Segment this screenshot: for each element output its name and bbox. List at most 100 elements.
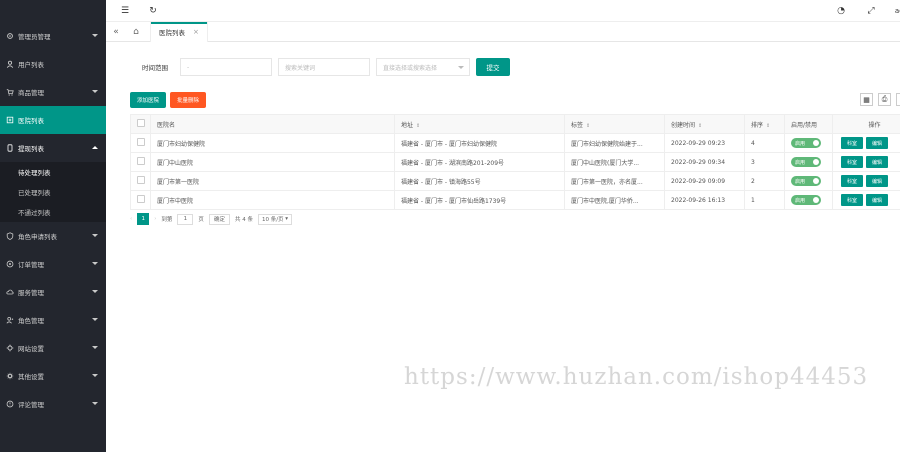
department-button[interactable]: 科室 (841, 194, 864, 206)
gear-icon (6, 32, 14, 40)
header-time[interactable]: 创建时间 ⇕ (664, 114, 745, 134)
add-hospital-button[interactable]: 添加医院 (130, 92, 166, 108)
columns-icon[interactable]: ▦ (860, 93, 873, 106)
comment-icon (6, 400, 14, 408)
hospital-icon (6, 116, 14, 124)
cell-name: 厦门市第一医院 (150, 171, 395, 191)
batch-delete-button[interactable]: 批量删除 (170, 92, 206, 108)
sidebar-item-label: 提现列表 (18, 145, 44, 153)
header-sort[interactable]: 排序 ⇕ (744, 114, 785, 134)
status-toggle[interactable]: 启用 (791, 195, 821, 205)
cell-time: 2022-09-29 09:23 (664, 133, 745, 153)
cell-actions: 科室 编辑 (832, 171, 900, 191)
goto-label: 到第 (161, 217, 173, 223)
header-label: 创建时间 (671, 121, 696, 129)
sidebar-item-withdrawal-list[interactable]: 提现列表 (0, 134, 106, 162)
cell-address: 福建省 - 厦门市 - 厦门市妇幼保健院 (394, 133, 565, 153)
select-placeholder: 直接选择或搜索选择 (383, 64, 438, 72)
sort-icon[interactable]: ⇕ (416, 123, 420, 129)
table-row: 厦门市中医院 福建省 - 厦门市 - 厦门市仙岳路1739号 厦门市中医院,厦门… (130, 190, 900, 210)
edit-button[interactable]: 编辑 (866, 175, 889, 187)
chevron-down-icon (92, 374, 98, 377)
sidebar-item-label: 商品管理 (18, 89, 44, 97)
page-number-current[interactable]: 1 (137, 213, 150, 225)
edit-button[interactable]: 编辑 (866, 156, 889, 168)
tab-hospital-list[interactable]: 医院列表 × (150, 22, 208, 42)
header-address[interactable]: 地址 ⇕ (394, 114, 565, 134)
cell-status: 启用 (784, 190, 833, 210)
cell-status: 启用 (784, 152, 833, 172)
header-label: 启用/禁用 (791, 121, 818, 129)
cart-icon (6, 88, 14, 96)
theme-icon[interactable]: ◔ (836, 6, 846, 16)
sidebar-item-product-management[interactable]: 商品管理 (0, 78, 106, 106)
cell-sort: 3 (744, 152, 785, 172)
chevron-down-icon (92, 262, 98, 265)
menu-toggle-icon[interactable]: ☰ (120, 6, 130, 16)
toggle-label: 启用 (795, 178, 806, 185)
sidebar-item-label: 其他设置 (18, 373, 44, 381)
refresh-icon[interactable]: ↻ (148, 6, 158, 16)
date-range-input[interactable]: - (180, 58, 272, 76)
sidebar-subitem-rejected[interactable]: 不通过列表 (0, 202, 106, 222)
export-icon[interactable]: ⊙ (896, 93, 900, 106)
sort-icon[interactable]: ⇕ (766, 123, 770, 129)
chevron-down-icon (92, 90, 98, 93)
select-all-checkbox[interactable] (137, 119, 145, 127)
sidebar-item-label: 用户列表 (18, 61, 44, 69)
sidebar-item-comment-management[interactable]: 评论管理 (0, 390, 106, 418)
sort-icon[interactable]: ⇕ (586, 123, 590, 129)
sidebar-subitem-processed[interactable]: 已处理列表 (0, 182, 106, 202)
sidebar-item-label: 医院列表 (18, 117, 44, 125)
close-icon[interactable]: × (193, 28, 199, 36)
goto-confirm-button[interactable]: 确定 (208, 213, 230, 225)
submit-button[interactable]: 提交 (476, 58, 510, 76)
select-dropdown[interactable]: 直接选择或搜索选择 (376, 58, 470, 76)
department-button[interactable]: 科室 (841, 156, 864, 168)
table-row: 厦门中山医院 福建省 - 厦门市 - 湖滨南路201-209号 厦门中山医院(厦… (130, 152, 900, 172)
department-button[interactable]: 科室 (841, 137, 864, 149)
goto-page-input[interactable]: 1 (177, 213, 194, 225)
sidebar-logo-area (0, 0, 106, 22)
header-label: 地址 (401, 121, 414, 129)
header-checkbox-cell[interactable] (130, 114, 151, 134)
sidebar-item-user-list[interactable]: 用户列表 (0, 50, 106, 78)
sidebar-item-role-applications[interactable]: 角色申请列表 (0, 222, 106, 250)
double-chevron-left-icon[interactable]: « (110, 26, 122, 38)
header-tag[interactable]: 标签 ⇕ (564, 114, 665, 134)
row-checkbox[interactable] (137, 176, 145, 184)
per-page-select[interactable]: 10 条/页 ▾ (257, 213, 293, 225)
sidebar-item-site-settings[interactable]: 网站设置 (0, 334, 106, 362)
status-toggle[interactable]: 启用 (791, 138, 821, 148)
sort-icon[interactable]: ⇕ (698, 123, 702, 129)
next-page-icon[interactable]: › (154, 216, 156, 222)
sidebar-item-other-settings[interactable]: 其他设置 (0, 362, 106, 390)
sidebar-item-admin-management[interactable]: 管理员管理 (0, 22, 106, 50)
user-menu[interactable]: ac (892, 6, 900, 16)
chevron-down-icon (92, 318, 98, 321)
cell-tag: 厦门市妇幼保健院始建于... (564, 133, 665, 153)
fullscreen-icon[interactable]: ⤢ (866, 6, 876, 16)
cell-time: 2022-09-29 09:34 (664, 152, 745, 172)
row-checkbox[interactable] (137, 195, 145, 203)
sidebar-item-role-management[interactable]: 角色管理 (0, 306, 106, 334)
edit-button[interactable]: 编辑 (866, 137, 889, 149)
sidebar-item-order-management[interactable]: 订单管理 (0, 250, 106, 278)
department-button[interactable]: 科室 (841, 175, 864, 187)
sidebar-subitem-pending[interactable]: 待处理列表 (0, 162, 106, 182)
sidebar-item-service-management[interactable]: 服务管理 (0, 278, 106, 306)
cell-actions: 科室 编辑 (832, 152, 900, 172)
total-count: 共 4 条 (234, 217, 253, 223)
home-icon[interactable]: ⌂ (130, 26, 142, 38)
status-toggle[interactable]: 启用 (791, 157, 821, 167)
prev-page-icon[interactable]: ‹ (130, 216, 132, 222)
keyword-input[interactable]: 搜索关键词 (278, 58, 370, 76)
row-checkbox[interactable] (137, 138, 145, 146)
phone-icon (6, 144, 14, 152)
print-icon[interactable]: ⎙ (878, 93, 891, 106)
settings-icon (6, 372, 14, 380)
status-toggle[interactable]: 启用 (791, 176, 821, 186)
edit-button[interactable]: 编辑 (866, 194, 889, 206)
sidebar-item-hospital-list[interactable]: 医院列表 (0, 106, 106, 134)
row-checkbox[interactable] (137, 157, 145, 165)
